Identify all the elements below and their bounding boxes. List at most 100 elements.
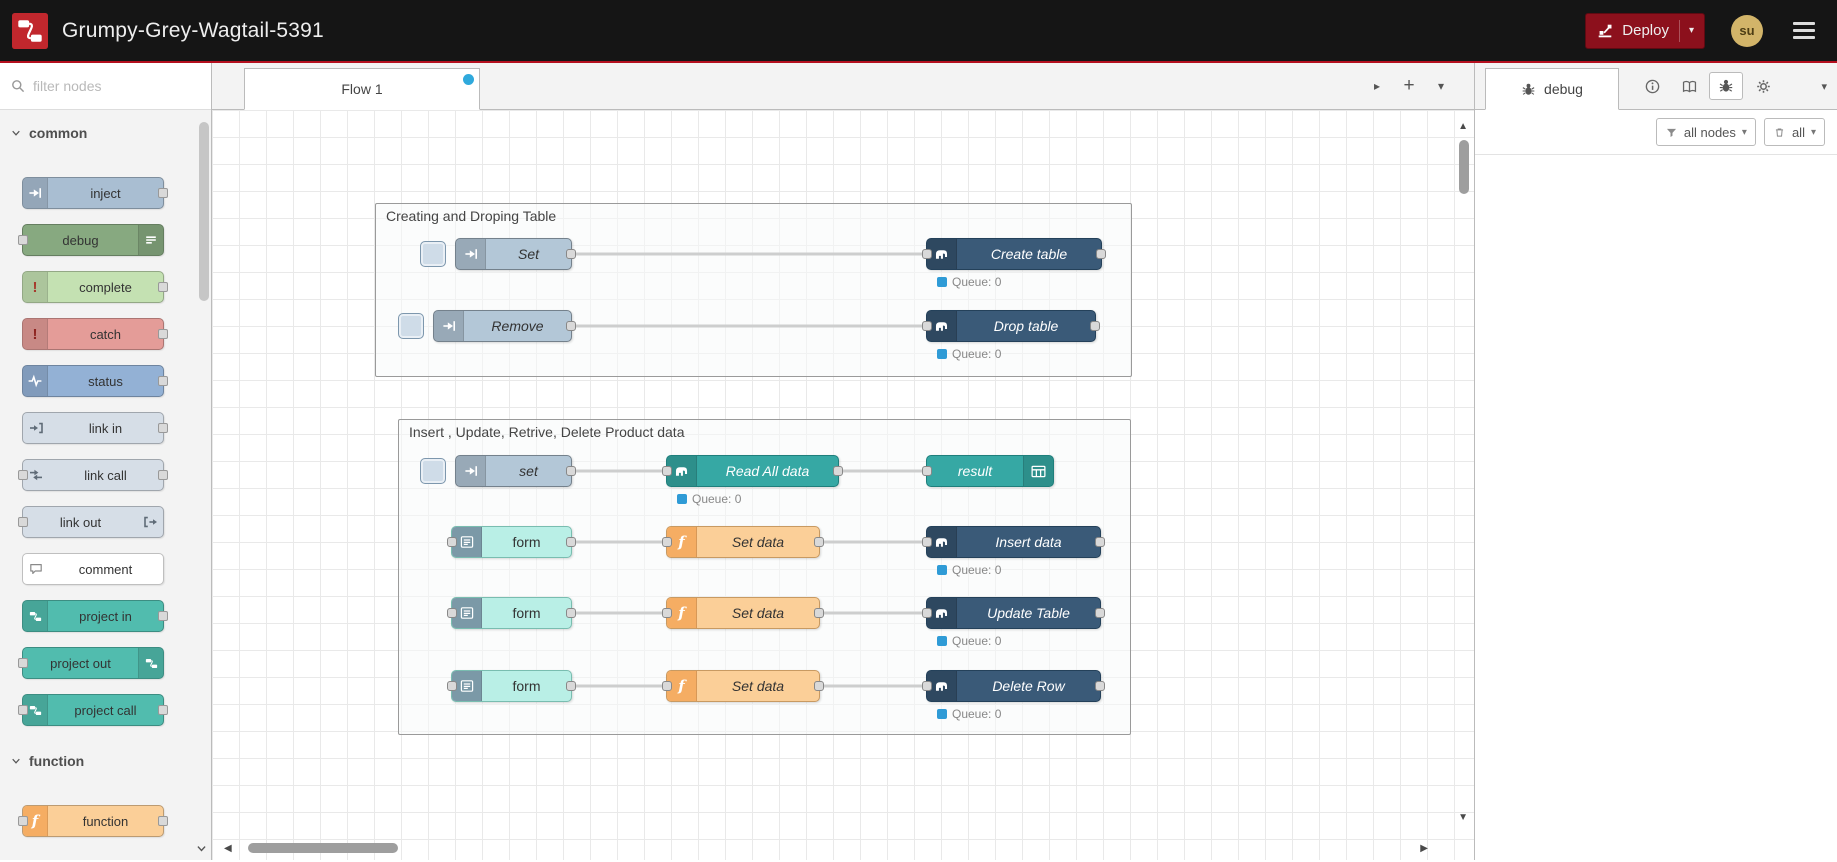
- output-port[interactable]: [566, 321, 576, 331]
- node-create-table[interactable]: Create table: [922, 238, 1106, 270]
- palette-node-project-in[interactable]: project in: [22, 600, 168, 632]
- node-result-table[interactable]: result: [922, 455, 1054, 487]
- output-port[interactable]: [1095, 608, 1105, 618]
- node-set-data-2[interactable]: f Set data: [662, 597, 824, 629]
- debug-icon-button[interactable]: [1709, 72, 1743, 100]
- node-set-data-3[interactable]: f Set data: [662, 670, 824, 702]
- bug-icon: [1521, 82, 1536, 97]
- output-port[interactable]: [566, 608, 576, 618]
- node-delete-row[interactable]: Delete Row: [922, 670, 1105, 702]
- palette-node-catch[interactable]: ! catch: [22, 318, 168, 350]
- output-port[interactable]: [1090, 321, 1100, 331]
- output-port[interactable]: [566, 249, 576, 259]
- input-port[interactable]: [922, 466, 932, 476]
- workspace: Flow 1 ▸ + ▾ Creating and Droping Table …: [212, 63, 1474, 860]
- palette-node-project-call[interactable]: project call: [18, 694, 168, 726]
- output-port[interactable]: [833, 466, 843, 476]
- node-remove-inject[interactable]: Remove: [433, 310, 576, 342]
- palette-category-common[interactable]: common: [0, 116, 211, 149]
- output-port[interactable]: [1095, 537, 1105, 547]
- palette-node-link-in[interactable]: link in: [22, 412, 168, 444]
- scroll-down-icon[interactable]: ▼: [1458, 813, 1468, 823]
- input-port[interactable]: [922, 249, 932, 259]
- node-status: Queue: 0: [937, 275, 1001, 289]
- palette-node-debug[interactable]: debug: [18, 224, 164, 256]
- input-port[interactable]: [922, 537, 932, 547]
- output-port: [158, 423, 168, 433]
- output-port[interactable]: [1096, 249, 1106, 259]
- input-port[interactable]: [447, 608, 457, 618]
- node-insert-data[interactable]: Insert data: [922, 526, 1105, 558]
- user-avatar[interactable]: su: [1731, 14, 1763, 47]
- palette-scrollbar-thumb[interactable]: [199, 122, 209, 301]
- debug-clear-button[interactable]: all ▾: [1763, 118, 1825, 146]
- workspace-title: Grumpy-Grey-Wagtail-5391: [62, 18, 324, 42]
- help-book-icon-button[interactable]: [1672, 72, 1706, 100]
- deploy-options-caret-icon[interactable]: ▾: [1689, 25, 1694, 36]
- output-port[interactable]: [814, 681, 824, 691]
- node-set-inject-2[interactable]: set: [455, 455, 576, 487]
- output-port[interactable]: [566, 466, 576, 476]
- input-port[interactable]: [662, 466, 672, 476]
- node-read-all-data[interactable]: Read All data: [662, 455, 843, 487]
- palette-node-link-call[interactable]: link call: [18, 459, 168, 491]
- palette-node-comment[interactable]: comment: [22, 553, 164, 585]
- scroll-up-icon[interactable]: ▲: [1458, 122, 1468, 132]
- input-port[interactable]: [447, 537, 457, 547]
- inject-button[interactable]: [398, 313, 424, 339]
- palette-node-project-out[interactable]: project out: [18, 647, 164, 679]
- main-menu-icon[interactable]: [1789, 18, 1819, 43]
- config-gear-icon-button[interactable]: [1746, 72, 1780, 100]
- output-port[interactable]: [566, 681, 576, 691]
- horizontal-scrollbar-thumb[interactable]: [248, 843, 398, 853]
- group-creating-dropping-table[interactable]: Creating and Droping Table: [375, 203, 1132, 377]
- node-form-3[interactable]: form: [447, 670, 576, 702]
- palette-scroll-down-icon[interactable]: [195, 842, 208, 855]
- input-port[interactable]: [922, 608, 932, 618]
- input-port[interactable]: [922, 321, 932, 331]
- output-port[interactable]: [566, 537, 576, 547]
- info-icon-button[interactable]: [1635, 72, 1669, 100]
- tab-flow1[interactable]: Flow 1: [244, 68, 480, 110]
- palette-node-inject[interactable]: inject: [22, 177, 168, 209]
- input-port[interactable]: [447, 681, 457, 691]
- output-port[interactable]: [1095, 681, 1105, 691]
- palette-category-function[interactable]: function: [0, 744, 211, 777]
- node-form-1[interactable]: form: [447, 526, 576, 558]
- node-update-table[interactable]: Update Table: [922, 597, 1105, 629]
- input-port[interactable]: [662, 537, 672, 547]
- output-port[interactable]: [814, 608, 824, 618]
- palette-node-function[interactable]: f function: [18, 805, 168, 837]
- exclamation-icon: !: [23, 319, 48, 349]
- flow-canvas[interactable]: Creating and Droping Table Insert , Upda…: [212, 110, 1474, 860]
- input-port[interactable]: [662, 608, 672, 618]
- output-port: [158, 329, 168, 339]
- output-port[interactable]: [814, 537, 824, 547]
- inject-button[interactable]: [420, 241, 446, 267]
- palette-node-link-out[interactable]: link out: [18, 506, 164, 538]
- deploy-button[interactable]: Deploy ▾: [1585, 12, 1705, 49]
- node-drop-table[interactable]: Drop table: [922, 310, 1100, 342]
- scroll-right-icon[interactable]: ▶: [1420, 844, 1428, 854]
- node-red-logo: [12, 12, 48, 49]
- next-tab-button[interactable]: ▸: [1366, 75, 1388, 97]
- sidebar-menu-caret-icon[interactable]: ▾: [1821, 80, 1827, 93]
- scroll-left-icon[interactable]: ◀: [224, 844, 232, 854]
- add-flow-button[interactable]: +: [1398, 75, 1420, 97]
- node-set-inject[interactable]: Set: [455, 238, 576, 270]
- palette-category-label: function: [29, 752, 85, 769]
- node-status: Queue: 0: [937, 707, 1001, 721]
- debug-filter-button[interactable]: all nodes ▾: [1655, 118, 1756, 146]
- chevron-down-icon: [10, 127, 22, 139]
- node-set-data-1[interactable]: f Set data: [662, 526, 824, 558]
- input-port[interactable]: [922, 681, 932, 691]
- node-form-2[interactable]: form: [447, 597, 576, 629]
- inject-button[interactable]: [420, 458, 446, 484]
- palette-node-status[interactable]: status: [22, 365, 168, 397]
- palette-search-input[interactable]: [33, 78, 211, 94]
- input-port[interactable]: [662, 681, 672, 691]
- flow-list-button[interactable]: ▾: [1430, 75, 1452, 97]
- tab-debug[interactable]: debug: [1485, 68, 1619, 110]
- vertical-scrollbar-thumb[interactable]: [1459, 140, 1469, 194]
- palette-node-complete[interactable]: ! complete: [22, 271, 168, 303]
